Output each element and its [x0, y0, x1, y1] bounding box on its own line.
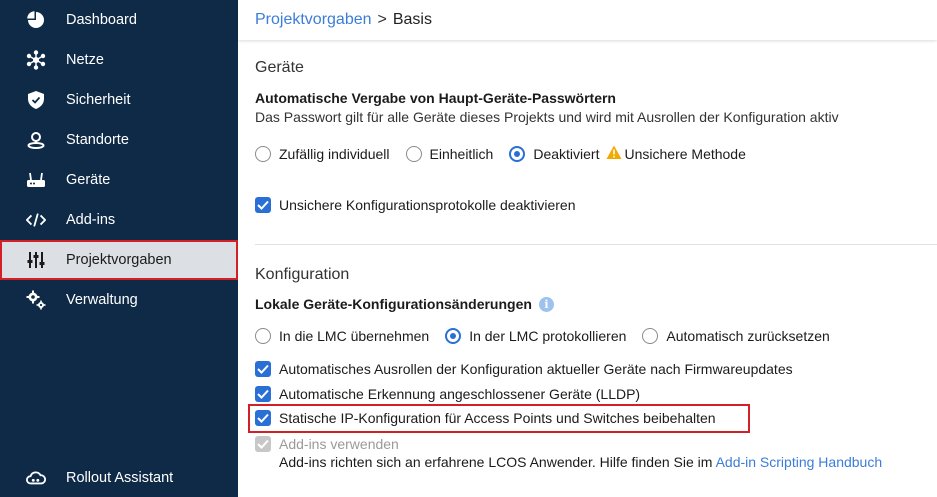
password-description: Das Passwort gilt für alle Geräte dieses… — [255, 109, 839, 125]
option-label: Automatisch zurücksetzen — [666, 328, 830, 344]
sidebar-item-label: Geräte — [66, 172, 111, 188]
sidebar-item-sicherheit[interactable]: Sicherheit — [0, 80, 238, 120]
sidebar-item-label: Projektvorgaben — [66, 252, 172, 268]
option-label: Zufällig individuell — [279, 146, 390, 162]
local-changes-options: In die LMC übernehmen In der LMC protoko… — [255, 326, 846, 346]
addins-hint-text: Add-ins richten sich an erfahrene LCOS A… — [279, 454, 713, 470]
code-icon — [26, 210, 46, 230]
checkbox-label: Automatische Erkennung angeschlossener G… — [279, 386, 641, 402]
sidebar-item-label: Verwaltung — [66, 292, 138, 308]
insecure-protocols-checkbox[interactable] — [255, 197, 271, 213]
local-changes-heading: Lokale Geräte-Konfigurationsänderungen i — [255, 296, 554, 312]
shield-icon — [26, 90, 46, 110]
warning-text: Unsichere Methode — [624, 146, 746, 162]
password-option-uniform[interactable]: Einheitlich — [405, 146, 494, 162]
checkbox-label: Add-ins verwenden — [279, 436, 399, 452]
radio-log[interactable] — [445, 328, 462, 344]
lldp-checkbox[interactable] — [255, 386, 271, 402]
sidebar-item-label: Rollout Assistant — [66, 470, 174, 486]
radio-uniform[interactable] — [405, 146, 422, 162]
radio-reset[interactable] — [642, 328, 659, 344]
gears-icon — [26, 290, 46, 310]
addins-row: Add-ins verwenden — [255, 434, 399, 454]
option-label: Deaktiviert — [533, 146, 600, 162]
main-content: Geräte Automatische Vergabe von Haupt-Ge… — [238, 40, 937, 497]
auto-rollout-checkbox[interactable] — [255, 361, 271, 377]
insecure-protocols-row[interactable]: Unsichere Konfigurationsprotokolle deakt… — [255, 195, 576, 215]
radio-adopt[interactable] — [255, 328, 271, 344]
static-ip-checkbox[interactable] — [255, 410, 271, 426]
password-options: Zufällig individuell Einheitlich Deaktiv… — [255, 144, 746, 164]
sidebar-item-add-ins[interactable]: Add-ins — [0, 200, 238, 240]
cloud-icon — [26, 468, 46, 488]
breadcrumb-bar: Projektvorgaben > Basis — [238, 0, 937, 40]
password-option-disabled[interactable]: Deaktiviert — [509, 146, 599, 162]
breadcrumb: Projektvorgaben > Basis — [255, 11, 432, 29]
sidebar-item-label: Netze — [66, 52, 104, 68]
breadcrumb-parent-link[interactable]: Projektvorgaben — [255, 11, 372, 28]
sidebar-item-label: Add-ins — [66, 212, 116, 228]
static-ip-row[interactable]: Statische IP-Konfiguration für Access Po… — [255, 408, 716, 428]
radio-random[interactable] — [255, 146, 271, 162]
sidebar-item-netze[interactable]: Netze — [0, 40, 238, 80]
password-heading: Automatische Vergabe von Haupt-Geräte-Pa… — [255, 90, 616, 106]
auto-rollout-row[interactable]: Automatisches Ausrollen der Konfiguratio… — [255, 359, 793, 379]
option-label: In die LMC übernehmen — [279, 328, 430, 344]
section-title-geraete: Geräte — [255, 59, 304, 76]
local-option-log[interactable]: In der LMC protokollieren — [445, 328, 626, 344]
addins-hint: Add-ins richten sich an erfahrene LCOS A… — [279, 454, 882, 470]
option-label: Einheitlich — [429, 146, 494, 162]
section-title-konfiguration: Konfiguration — [255, 266, 350, 283]
sliders-icon — [26, 250, 46, 270]
sidebar-item-rollout-assistant[interactable]: Rollout Assistant — [0, 458, 238, 497]
sidebar: Dashboard Netze Sicherheit Standorte Ger… — [0, 0, 238, 497]
option-label: In der LMC protokollieren — [469, 328, 627, 344]
checkbox-label: Unsichere Konfigurationsprotokolle deakt… — [279, 197, 576, 213]
radio-disabled[interactable] — [509, 146, 526, 162]
local-option-reset[interactable]: Automatisch zurücksetzen — [642, 328, 830, 344]
password-option-random[interactable]: Zufällig individuell — [255, 146, 390, 162]
breadcrumb-current: Basis — [392, 11, 432, 28]
local-option-adopt[interactable]: In die LMC übernehmen — [255, 328, 429, 344]
addins-checkbox — [255, 436, 271, 452]
section-divider — [255, 244, 937, 245]
sidebar-item-projektvorgaben[interactable]: Projektvorgaben — [0, 240, 238, 280]
sidebar-item-label: Dashboard — [66, 12, 137, 28]
sidebar-item-verwaltung[interactable]: Verwaltung — [0, 280, 238, 320]
checkbox-label: Automatisches Ausrollen der Konfiguratio… — [279, 361, 793, 377]
sidebar-item-label: Standorte — [66, 132, 129, 148]
network-icon — [26, 50, 46, 70]
lldp-row[interactable]: Automatische Erkennung angeschlossener G… — [255, 384, 640, 404]
sidebar-item-standorte[interactable]: Standorte — [0, 120, 238, 160]
local-changes-heading-text: Lokale Geräte-Konfigurationsänderungen — [255, 296, 532, 312]
router-icon — [26, 170, 46, 190]
sidebar-item-label: Sicherheit — [66, 92, 131, 108]
location-icon — [26, 130, 46, 150]
warning-icon — [606, 145, 622, 163]
breadcrumb-separator: > — [377, 11, 387, 28]
checkbox-label: Statische IP-Konfiguration für Access Po… — [279, 410, 716, 426]
sidebar-item-geraete[interactable]: Geräte — [0, 160, 238, 200]
sidebar-item-dashboard[interactable]: Dashboard — [0, 0, 238, 40]
info-icon[interactable]: i — [538, 296, 554, 312]
addins-handbook-link[interactable]: Add-in Scripting Handbuch — [716, 454, 883, 470]
dashboard-pie-icon — [26, 10, 46, 30]
